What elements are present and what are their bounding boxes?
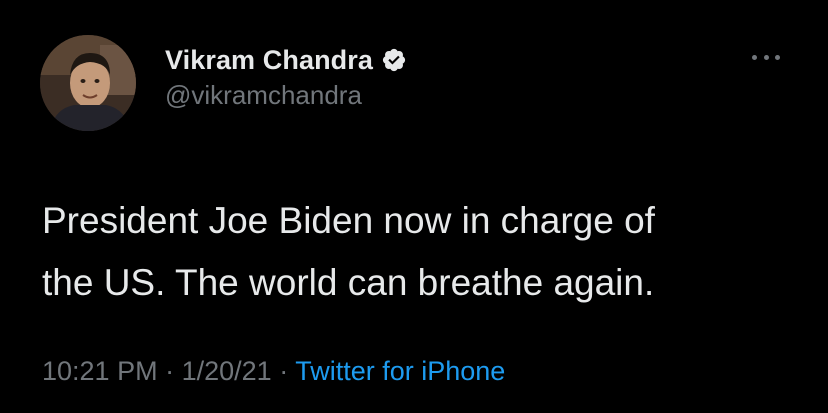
avatar[interactable] xyxy=(40,35,136,131)
meta-separator: · xyxy=(165,356,175,386)
display-name[interactable]: Vikram Chandra xyxy=(165,45,373,76)
tweet-meta: 10:21 PM · 1/20/21 · Twitter for iPhone xyxy=(42,356,505,387)
tweet-date[interactable]: 1/20/21 xyxy=(182,356,272,386)
tweet-time[interactable]: 10:21 PM xyxy=(42,356,158,386)
more-horizontal-icon[interactable] xyxy=(752,52,780,62)
tweet-source-link[interactable]: Twitter for iPhone xyxy=(295,356,505,386)
more-dot xyxy=(763,54,769,60)
tweet-text-line-2: the US. The world can breathe again. xyxy=(42,262,655,303)
more-dot xyxy=(775,54,780,60)
meta-separator: · xyxy=(279,356,289,386)
tweet-card: Vikram Chandra @vikramchandra President … xyxy=(0,0,828,413)
more-dot xyxy=(752,54,757,60)
tweet-text-line-1: President Joe Biden now in charge of xyxy=(42,200,655,241)
verified-badge-icon xyxy=(381,47,407,73)
tweet-header: Vikram Chandra @vikramchandra xyxy=(165,44,407,111)
user-handle[interactable]: @vikramchandra xyxy=(165,80,407,111)
name-row: Vikram Chandra xyxy=(165,44,407,76)
tweet-text: President Joe Biden now in charge of the… xyxy=(42,190,802,314)
avatar-photo xyxy=(40,35,136,131)
